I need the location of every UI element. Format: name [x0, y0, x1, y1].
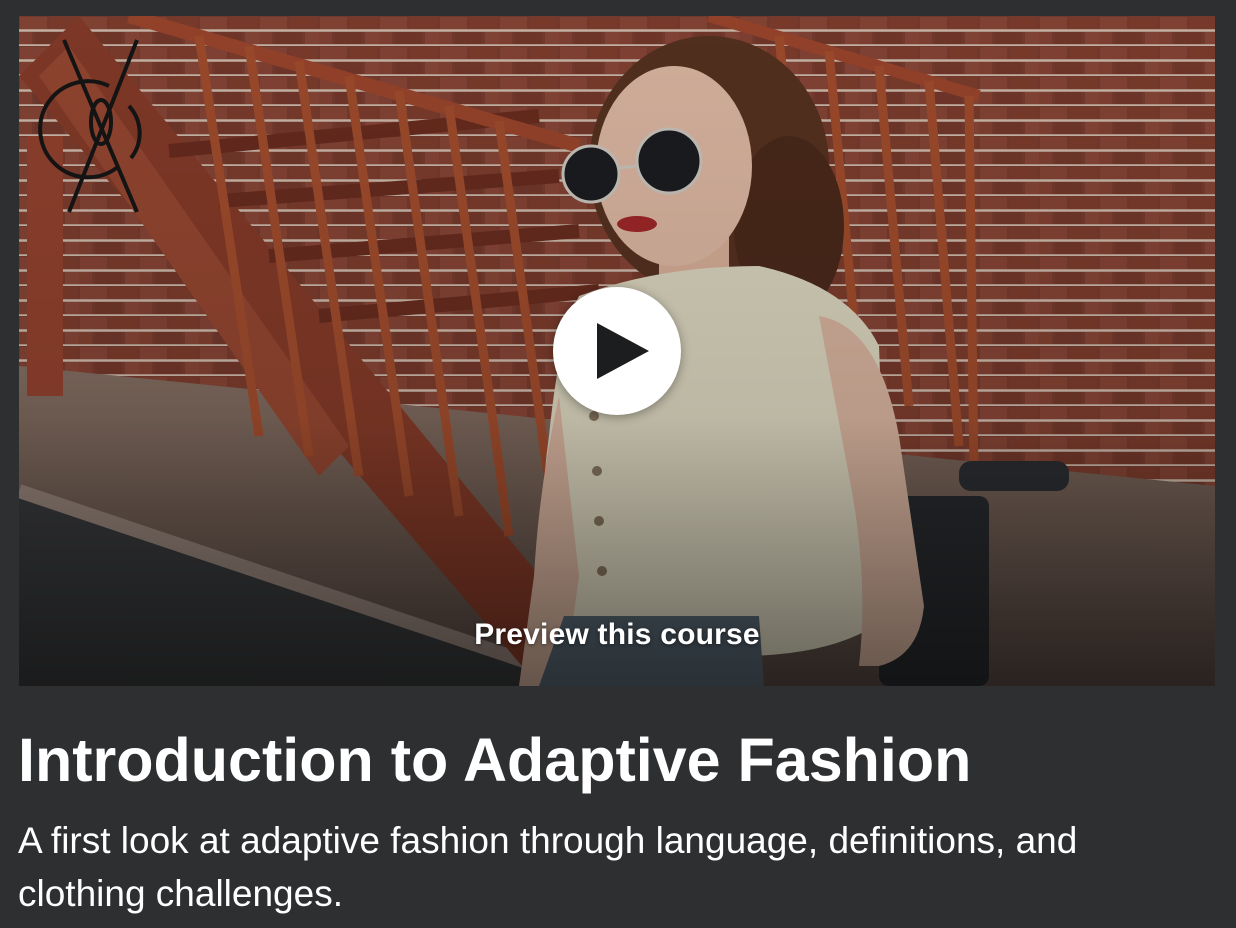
- preview-course-label[interactable]: Preview this course: [19, 618, 1215, 652]
- course-preview-video[interactable]: Preview this course: [19, 16, 1215, 686]
- play-icon: [597, 323, 649, 379]
- play-button[interactable]: [553, 287, 681, 415]
- course-title: Introduction to Adaptive Fashion: [18, 726, 972, 794]
- course-headline: A first look at adaptive fashion through…: [18, 820, 1078, 914]
